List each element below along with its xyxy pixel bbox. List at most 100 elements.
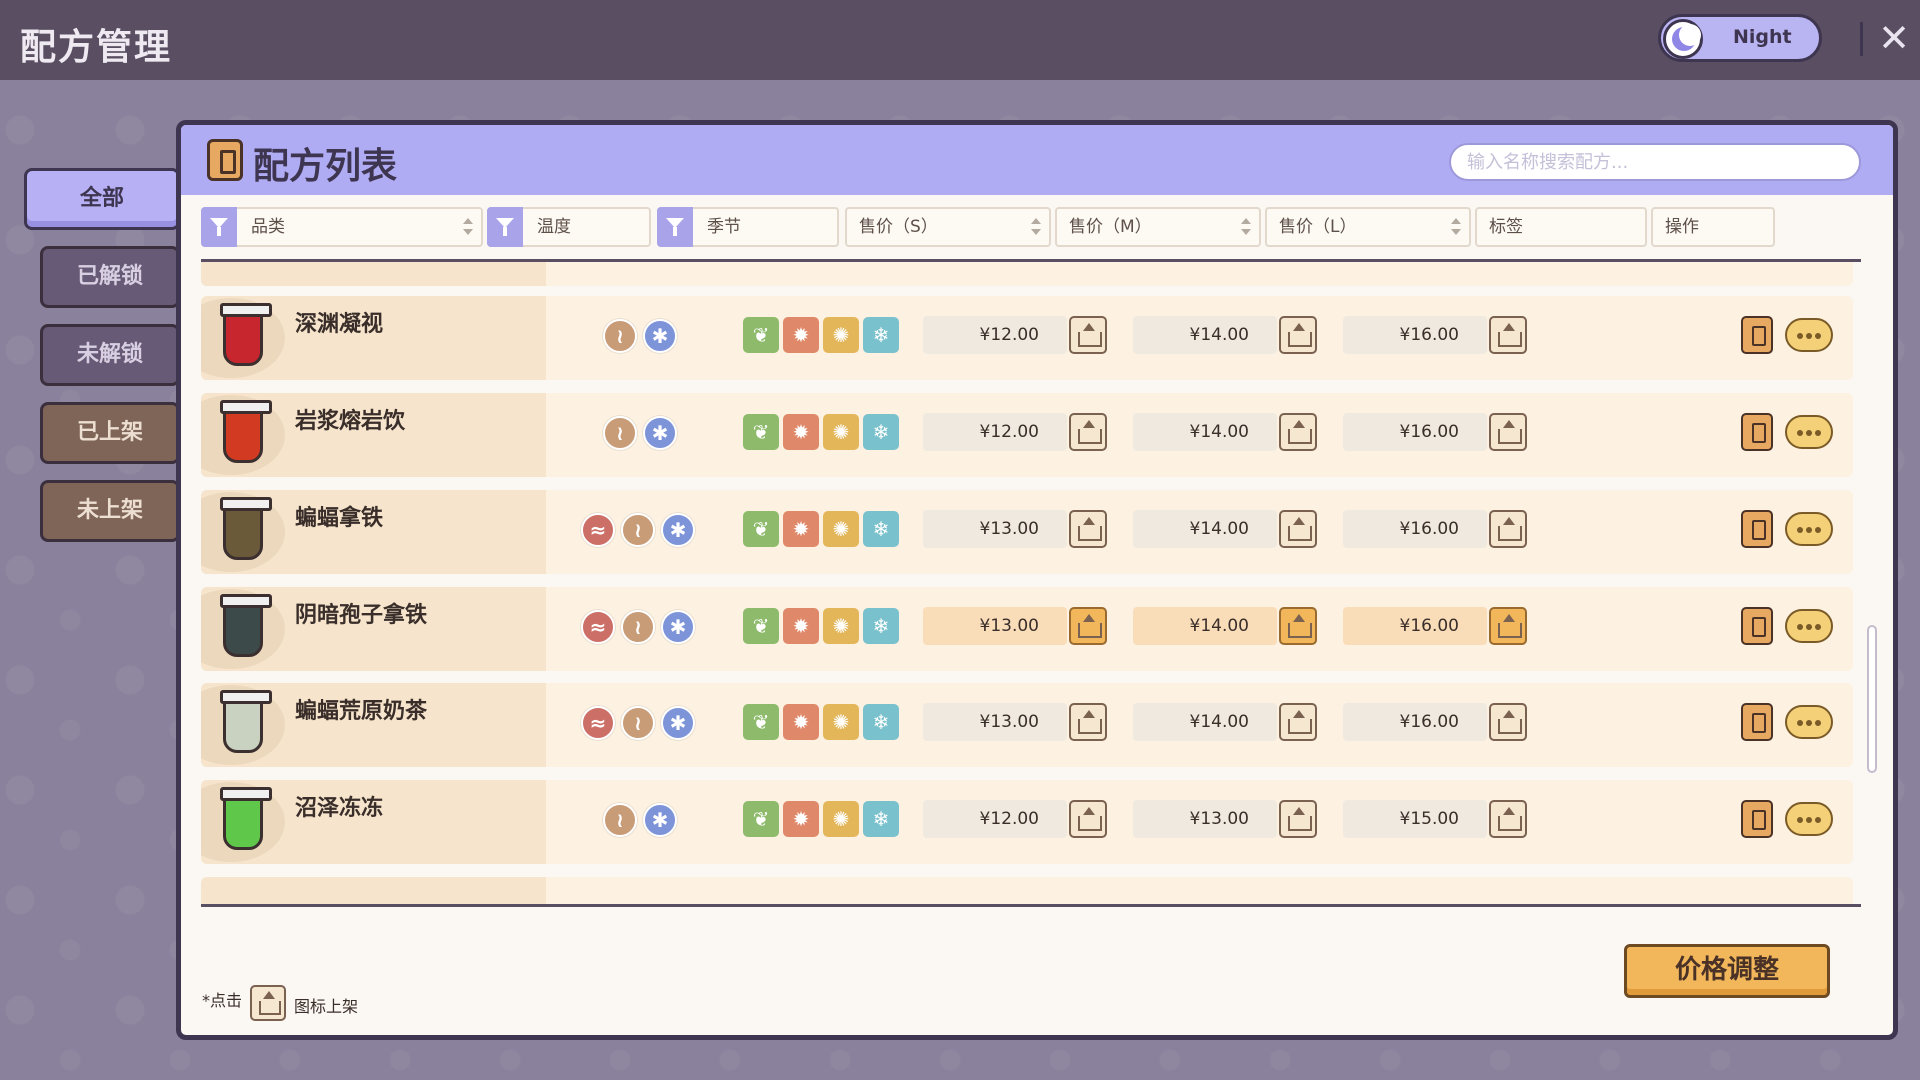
tab-on-shelf[interactable]: 已上架 xyxy=(40,402,180,464)
price-small: ¥12.00 xyxy=(923,800,1067,838)
scrollbar-thumb[interactable] xyxy=(1867,625,1877,773)
more-options-button[interactable] xyxy=(1785,512,1833,546)
snowflake-icon: ❄ xyxy=(863,511,899,547)
ellipsis-icon xyxy=(1797,430,1803,436)
table-row[interactable] xyxy=(201,262,1853,286)
maple-leaf-icon: ✺ xyxy=(823,608,859,644)
column-label: 标签 xyxy=(1489,217,1523,237)
price-small: ¥13.00 xyxy=(923,510,1067,548)
night-mode-toggle[interactable]: Night xyxy=(1658,14,1822,62)
recipe-detail-button[interactable] xyxy=(1741,413,1773,451)
column-header-price-s[interactable]: 售价（S） xyxy=(845,207,1051,247)
row-left: 蝙蝠拿铁 xyxy=(201,490,546,574)
shelf-upload-button[interactable] xyxy=(1279,703,1317,741)
shelf-upload-button[interactable] xyxy=(1489,413,1527,451)
shelf-upload-button[interactable] xyxy=(1069,703,1107,741)
column-header-temperature[interactable]: 温度 xyxy=(487,207,651,247)
column-header-price-l[interactable]: 售价（L） xyxy=(1265,207,1471,247)
sort-icon[interactable] xyxy=(463,218,473,238)
recipe-table-body[interactable]: 深渊凝视 ≀ ✱ ❦ ✹ ✺ ❄ ¥12.00 ¥14.00 ¥16.00 岩浆熔岩饮 ≀ ✱ ❦ ✹ ✺ ❄ ¥… xyxy=(201,262,1861,904)
shelf-upload-button[interactable] xyxy=(1279,510,1317,548)
price-medium: ¥14.00 xyxy=(1133,413,1277,451)
ellipsis-icon xyxy=(1806,527,1812,533)
shelf-upload-button[interactable] xyxy=(1069,510,1107,548)
more-options-button[interactable] xyxy=(1785,609,1833,643)
shelf-upload-button[interactable] xyxy=(1489,316,1527,354)
ellipsis-icon xyxy=(1815,720,1821,726)
table-row[interactable]: 沼泽冻冻 ≀ ✱ ❦ ✹ ✺ ❄ ¥12.00 ¥13.00 ¥15.00 xyxy=(201,780,1853,864)
column-header-price-m[interactable]: 售价（M） xyxy=(1055,207,1261,247)
warm-icon: ≀ xyxy=(603,803,637,837)
drink-cup-image xyxy=(220,594,272,657)
tab-all[interactable]: 全部 xyxy=(24,168,180,230)
price-adjust-button[interactable]: 价格调整 xyxy=(1624,944,1830,998)
recipe-detail-button[interactable] xyxy=(1741,316,1773,354)
more-options-button[interactable] xyxy=(1785,802,1833,836)
table-row[interactable]: 阴暗孢子拿铁 ≈ ≀ ✱ ❦ ✹ ✺ ❄ ¥13.00 ¥14.00 ¥16.00 xyxy=(201,587,1853,671)
price-large: ¥16.00 xyxy=(1343,703,1487,741)
table-row[interactable]: 蝙蝠荒原奶茶 ≈ ≀ ✱ ❦ ✹ ✺ ❄ ¥13.00 ¥14.00 ¥16.00 xyxy=(201,683,1853,767)
shelf-upload-button[interactable] xyxy=(1069,413,1107,451)
more-options-button[interactable] xyxy=(1785,705,1833,739)
shelf-upload-button[interactable] xyxy=(1069,800,1107,838)
column-header-category[interactable]: 品类 xyxy=(201,207,483,247)
hint-text-prefix: *点击 xyxy=(202,991,243,1010)
snowflake-icon: ✱ xyxy=(661,706,695,740)
price-large: ¥16.00 xyxy=(1343,413,1487,451)
snowflake-icon: ❄ xyxy=(863,801,899,837)
table-row[interactable]: 岩浆熔岩饮 ≀ ✱ ❦ ✹ ✺ ❄ ¥12.00 ¥14.00 ¥16.00 xyxy=(201,393,1853,477)
sun-icon: ✹ xyxy=(783,414,819,450)
table-row[interactable]: 深渊凝视 ≀ ✱ ❦ ✹ ✺ ❄ ¥12.00 ¥14.00 ¥16.00 xyxy=(201,296,1853,380)
shelf-upload-button[interactable] xyxy=(1489,510,1527,548)
warm-icon: ≀ xyxy=(603,416,637,450)
shelf-upload-button[interactable] xyxy=(1279,413,1317,451)
price-medium: ¥13.00 xyxy=(1133,800,1277,838)
snowflake-icon: ✱ xyxy=(661,513,695,547)
shelf-upload-button[interactable] xyxy=(1489,607,1527,645)
drink-cup-image xyxy=(220,690,272,753)
drink-cup-image xyxy=(220,787,272,850)
shelf-upload-button[interactable] xyxy=(1279,316,1317,354)
filter-icon[interactable] xyxy=(657,207,693,247)
recipe-name: 阴暗孢子拿铁 xyxy=(295,603,428,628)
row-left: 岩浆熔岩饮 xyxy=(201,393,546,477)
table-row[interactable] xyxy=(201,877,1853,904)
close-button[interactable]: ✕ xyxy=(1876,16,1912,60)
shelf-upload-button[interactable] xyxy=(1489,703,1527,741)
sun-icon: ✹ xyxy=(783,704,819,740)
shelf-upload-button[interactable] xyxy=(1279,800,1317,838)
more-options-button[interactable] xyxy=(1785,318,1833,352)
shelf-upload-button[interactable] xyxy=(1069,316,1107,354)
night-label: Night xyxy=(1733,26,1792,48)
tab-locked[interactable]: 未解锁 xyxy=(40,324,180,386)
maple-leaf-icon: ✺ xyxy=(823,704,859,740)
shelf-upload-button[interactable] xyxy=(1489,800,1527,838)
shelf-upload-button[interactable] xyxy=(1069,607,1107,645)
price-small: ¥13.00 xyxy=(923,607,1067,645)
column-header-season[interactable]: 季节 xyxy=(657,207,839,247)
sun-icon: ✹ xyxy=(783,511,819,547)
recipe-detail-button[interactable] xyxy=(1741,510,1773,548)
more-options-button[interactable] xyxy=(1785,415,1833,449)
sort-icon[interactable] xyxy=(1031,218,1041,238)
search-input[interactable] xyxy=(1449,143,1861,181)
recipe-detail-button[interactable] xyxy=(1741,607,1773,645)
ellipsis-icon xyxy=(1797,527,1803,533)
ellipsis-icon xyxy=(1797,817,1803,823)
tab-off-shelf[interactable]: 未上架 xyxy=(40,480,180,542)
leaf-icon: ❦ xyxy=(743,801,779,837)
filter-icon[interactable] xyxy=(487,207,523,247)
table-row[interactable]: 蝙蝠拿铁 ≈ ≀ ✱ ❦ ✹ ✺ ❄ ¥13.00 ¥14.00 ¥16.00 xyxy=(201,490,1853,574)
recipe-detail-button[interactable] xyxy=(1741,703,1773,741)
moon-icon xyxy=(1663,19,1703,59)
recipe-detail-button[interactable] xyxy=(1741,800,1773,838)
filter-icon[interactable] xyxy=(201,207,237,247)
ellipsis-icon xyxy=(1806,333,1812,339)
sort-icon[interactable] xyxy=(1241,218,1251,238)
sort-icon[interactable] xyxy=(1451,218,1461,238)
tab-unlocked[interactable]: 已解锁 xyxy=(40,246,180,308)
ellipsis-icon xyxy=(1815,333,1821,339)
row-left: 蝙蝠荒原奶茶 xyxy=(201,683,546,767)
price-medium: ¥14.00 xyxy=(1133,703,1277,741)
shelf-upload-button[interactable] xyxy=(1279,607,1317,645)
